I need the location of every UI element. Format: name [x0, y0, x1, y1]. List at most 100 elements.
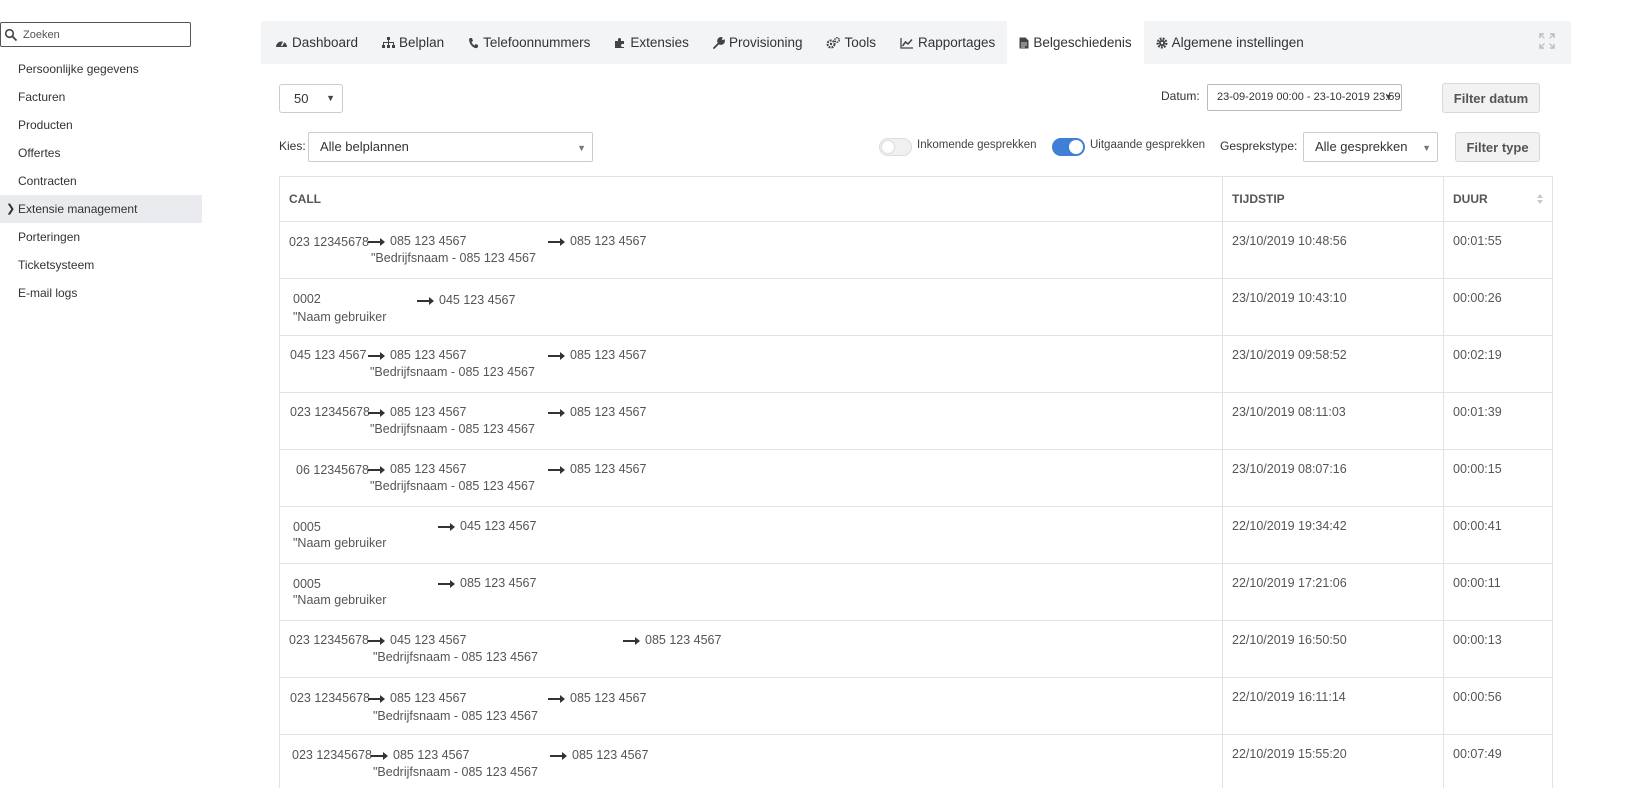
arrow-right-icon: [548, 694, 565, 703]
forward-destination: 085 123 4567: [368, 691, 466, 705]
caret-down-icon: ▼: [577, 143, 586, 153]
date-range-picker[interactable]: 23-09-2019 00:00 - 23-10-2019 23:59 ▼: [1207, 84, 1402, 111]
destination-number: 085 123 4567: [572, 748, 649, 762]
tijdstip-cell: 23/10/2019 08:11:03: [1223, 393, 1444, 449]
destination-number: 085 123 4567: [570, 348, 647, 362]
datum-label: Datum:: [1161, 89, 1200, 103]
duur-cell: 00:00:15: [1453, 462, 1502, 476]
table-row[interactable]: 023 12345678 085 123 4567 085 123 4567 "Bed…: [280, 678, 1552, 735]
call-cell: 023 12345678 045 123 4567 085 123 4567 "Bed…: [280, 621, 1223, 677]
table-row[interactable]: 06 12345678 085 123 4567 085 123 4567 "Bedr…: [280, 450, 1552, 507]
table-row[interactable]: 0005 045 123 4567 "Naam gebruiker 22/10/201…: [280, 507, 1552, 564]
tab-algemene-instellingen[interactable]: Algemene instellingen: [1144, 21, 1316, 64]
arrow-right-icon: [548, 237, 565, 246]
table-body: 023 12345678 085 123 4567 085 123 4567 "Bed…: [280, 222, 1552, 788]
arrow-right-icon: [368, 465, 385, 474]
destination-number: 085 123 4567: [460, 576, 537, 590]
column-header-tijdstip[interactable]: TIJDSTIP: [1223, 177, 1444, 221]
caller-number: 0002: [293, 292, 321, 306]
column-header-duur[interactable]: DUUR: [1444, 177, 1552, 221]
line-chart-icon: [900, 37, 914, 49]
sidebar-item-producten[interactable]: Producten: [0, 111, 202, 139]
tijdstip-cell: 22/10/2019 17:21:06: [1223, 564, 1444, 620]
caret-down-icon: ▼: [1422, 143, 1431, 153]
file-icon: [1019, 37, 1029, 49]
duur-cell: 00:01:55: [1453, 234, 1502, 248]
tijdstip-cell: 22/10/2019 15:55:20: [1223, 735, 1444, 788]
final-destination: 085 123 4567: [548, 691, 646, 705]
tab-rapportages[interactable]: Rapportages: [888, 21, 1007, 64]
tab-belgeschiedenis[interactable]: Belgeschiedenis: [1007, 21, 1144, 64]
arrow-right-icon: [548, 408, 565, 417]
tab-telefoonnummers[interactable]: Telefoonnummers: [456, 21, 602, 64]
sidebar-item-contracten[interactable]: Contracten: [0, 167, 202, 195]
duur-cell: 00:07:49: [1453, 747, 1502, 761]
table-row[interactable]: 0005 085 123 4567 "Naam gebruiker 22/10/201…: [280, 564, 1552, 621]
call-info: 023 12345678 085 123 4567 085 123 4567 "Bed…: [280, 735, 1222, 788]
caller-number: 023 12345678: [292, 748, 372, 762]
sidebar-item-extensie-management[interactable]: ❯ Extensie management: [0, 195, 202, 223]
final-destination: 085 123 4567: [438, 576, 536, 590]
final-destination: 085 123 4567: [548, 348, 646, 362]
caret-down-icon: ▼: [326, 93, 335, 103]
tab-label: Dashboard: [292, 35, 359, 50]
expand-icon[interactable]: [1539, 33, 1555, 49]
sidebar-item-persoonlijke-gegevens[interactable]: Persoonlijke gegevens: [0, 55, 202, 83]
caller-name: "Bedrijfsnaam - 085 123 4567: [373, 709, 538, 723]
arrow-right-icon: [438, 522, 455, 531]
caller-number: 023 12345678: [289, 235, 369, 249]
arrow-right-icon: [368, 694, 385, 703]
tab-belplan[interactable]: Belplan: [370, 21, 456, 64]
filter-type-button[interactable]: Filter type: [1455, 132, 1540, 162]
tab-extensies[interactable]: Extensies: [602, 21, 701, 64]
tab-label: Tools: [844, 35, 876, 50]
destination-number: 085 123 4567: [570, 405, 647, 419]
tachometer-icon: [275, 37, 288, 49]
duur-cell: 00:02:19: [1453, 348, 1502, 362]
call-cell: 023 12345678 085 123 4567 085 123 4567 "Bed…: [280, 393, 1223, 449]
call-cell: 023 12345678 085 123 4567 085 123 4567 "Bed…: [280, 678, 1223, 734]
sidebar-item-email-logs[interactable]: E-mail logs: [0, 279, 202, 307]
gesprekstype-select[interactable]: Alle gesprekken ▼: [1303, 132, 1438, 162]
forward-destination: 085 123 4567: [371, 748, 469, 762]
destination-number: 085 123 4567: [570, 234, 647, 248]
page-size-select[interactable]: 50 ▼: [279, 84, 343, 113]
caller-number: 023 12345678: [290, 405, 370, 419]
duur-cell: 00:00:13: [1453, 633, 1502, 647]
filter-datum-button[interactable]: Filter datum: [1442, 83, 1540, 113]
column-header-call[interactable]: CALL: [280, 177, 1223, 221]
table-row[interactable]: 045 123 4567 085 123 4567 085 123 4567 "Bed…: [280, 336, 1552, 393]
main-tabs: Dashboard Belplan Telefoonnummers Extens…: [261, 21, 1571, 64]
date-range-value: 23-09-2019 00:00 - 23-10-2019 23:59: [1217, 91, 1401, 103]
call-info: 06 12345678 085 123 4567 085 123 4567 "Bedr…: [280, 450, 1222, 507]
sidebar-item-label: Contracten: [18, 174, 77, 188]
destination-number: 085 123 4567: [570, 691, 647, 705]
arrow-right-icon: [438, 579, 455, 588]
arrow-right-icon: [417, 296, 434, 305]
search-input[interactable]: [23, 26, 183, 44]
call-info: 023 12345678 085 123 4567 085 123 4567 "Bed…: [280, 222, 1222, 279]
caller-name: "Bedrijfsnaam - 085 123 4567: [371, 251, 536, 265]
arrow-right-icon: [623, 636, 640, 645]
chevron-right-icon: ❯: [6, 203, 16, 215]
wrench-icon: [713, 36, 725, 49]
sidebar-item-ticketsysteem[interactable]: Ticketsysteem: [0, 251, 202, 279]
table-row[interactable]: 023 12345678 085 123 4567 085 123 4567 "Bed…: [280, 393, 1552, 450]
tab-provisioning[interactable]: Provisioning: [701, 21, 815, 64]
sidebar-item-porteringen[interactable]: Porteringen: [0, 223, 202, 251]
tab-dashboard[interactable]: Dashboard: [261, 21, 370, 64]
inkomend-label: Inkomende gesprekken: [917, 139, 1037, 151]
tab-tools[interactable]: Tools: [814, 21, 888, 64]
sidebar-item-facturen[interactable]: Facturen: [0, 83, 202, 111]
uitgaand-toggle[interactable]: [1052, 138, 1085, 156]
table-row[interactable]: 023 12345678 085 123 4567 085 123 4567 "Bed…: [280, 735, 1552, 788]
belplan-select[interactable]: Alle belplannen ▼: [308, 132, 593, 162]
table-row[interactable]: 0002 045 123 4567 "Naam gebruiker 23/10/201…: [280, 279, 1552, 336]
arrow-right-icon: [368, 351, 385, 360]
table-row[interactable]: 023 12345678 085 123 4567 085 123 4567 "Bed…: [280, 222, 1552, 279]
search-box[interactable]: [0, 22, 191, 47]
call-info: 023 12345678 045 123 4567 085 123 4567 "Bed…: [280, 621, 1222, 678]
sidebar-item-offertes[interactable]: Offertes: [0, 139, 202, 167]
inkomend-toggle[interactable]: [879, 138, 912, 156]
table-row[interactable]: 023 12345678 045 123 4567 085 123 4567 "Bed…: [280, 621, 1552, 678]
